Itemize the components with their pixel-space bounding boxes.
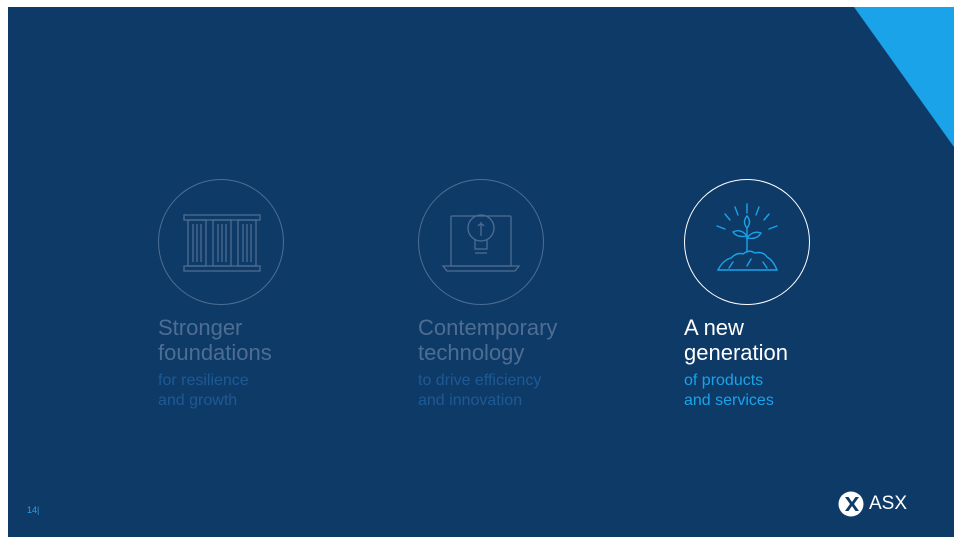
pillar-icon-ring xyxy=(418,179,544,305)
asx-logo: ASX xyxy=(838,491,907,517)
pillar-title: A new generation xyxy=(684,315,788,365)
pillar-subtitle: to drive efficiency and innovation xyxy=(418,372,542,409)
pillar-icon-ring xyxy=(684,179,810,305)
columns-icon xyxy=(183,214,261,272)
pillar-title: Contemporary technology xyxy=(418,315,558,365)
logo-text: ASX xyxy=(869,493,908,514)
pillar-subtitle: for resilience and growth xyxy=(158,372,249,409)
pillar-title: Stronger foundations xyxy=(158,315,272,365)
page-number: 14| xyxy=(27,505,40,515)
slide-canvas: Stronger foundations for resilience and … xyxy=(8,7,954,537)
sprout-icon xyxy=(716,203,779,271)
pillar-icon-ring xyxy=(158,179,284,305)
lightbulb-laptop-icon xyxy=(441,214,521,272)
pillar-subtitle: of products and services xyxy=(684,372,774,409)
asx-x-logo-icon xyxy=(838,491,864,517)
corner-accent xyxy=(854,7,954,147)
